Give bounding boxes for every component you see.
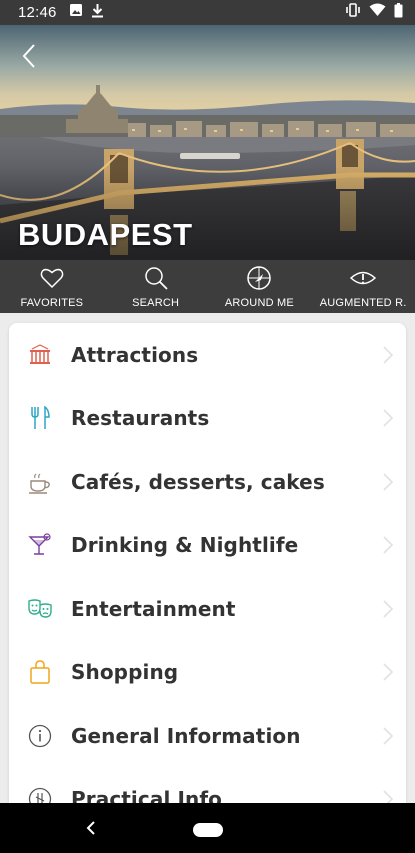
building-icon bbox=[27, 342, 53, 368]
around-me-button[interactable]: AROUND ME bbox=[208, 260, 312, 313]
category-label: Cafés, desserts, cakes bbox=[71, 469, 325, 494]
chevron-right-icon bbox=[383, 409, 394, 427]
chevron-left-icon bbox=[22, 44, 35, 68]
chevron-right-icon bbox=[383, 473, 394, 491]
category-general-information[interactable]: General Information bbox=[9, 704, 406, 768]
chevron-right-icon bbox=[383, 727, 394, 745]
category-attractions[interactable]: Attractions bbox=[9, 323, 406, 387]
system-navigation-bar bbox=[0, 803, 415, 853]
image-icon bbox=[69, 3, 83, 22]
search-icon bbox=[144, 267, 168, 290]
download-icon bbox=[91, 3, 104, 23]
city-hero-image: BUDAPEST bbox=[0, 25, 415, 260]
city-title: BUDAPEST bbox=[18, 217, 193, 252]
augmented-reality-button[interactable]: AUGMENTED R. bbox=[311, 260, 415, 313]
category-label: Restaurants bbox=[71, 406, 210, 431]
cutlery-icon bbox=[27, 405, 53, 431]
augmented-reality-label: AUGMENTED R. bbox=[319, 297, 407, 309]
quick-action-bar: FAVORITES SEARCH AROUND ME AUGMENTED R. bbox=[0, 260, 415, 313]
cocktail-icon bbox=[27, 532, 53, 558]
chevron-right-icon bbox=[383, 600, 394, 618]
category-label: Attractions bbox=[71, 342, 199, 367]
masks-icon bbox=[27, 596, 53, 622]
nav-home-pill[interactable] bbox=[193, 823, 223, 837]
favorites-label: FAVORITES bbox=[20, 297, 84, 309]
compass-icon bbox=[247, 266, 272, 290]
shopping-bag-icon bbox=[27, 659, 53, 685]
category-label: Entertainment bbox=[71, 596, 236, 621]
vibrate-icon bbox=[345, 3, 361, 22]
back-button[interactable] bbox=[18, 41, 46, 71]
chevron-right-icon bbox=[383, 346, 394, 364]
category-list: Attractions Restaurants Cafés, desserts,… bbox=[9, 323, 406, 813]
category-shopping[interactable]: Shopping bbox=[9, 641, 406, 705]
info-icon bbox=[27, 723, 53, 749]
category-label: Drinking & Nightlife bbox=[71, 533, 299, 558]
coffee-cup-icon bbox=[27, 469, 53, 495]
around-me-label: AROUND ME bbox=[224, 297, 294, 309]
status-time: 12:46 bbox=[18, 4, 57, 21]
category-label: Shopping bbox=[71, 660, 179, 685]
category-label: General Information bbox=[71, 723, 301, 748]
eye-icon bbox=[350, 271, 377, 285]
chevron-right-icon bbox=[383, 536, 394, 554]
search-label: SEARCH bbox=[132, 297, 180, 309]
chevron-right-icon bbox=[383, 663, 394, 681]
nav-back-icon bbox=[86, 821, 95, 835]
status-bar: 12:46 bbox=[0, 0, 415, 25]
favorites-button[interactable]: FAVORITES bbox=[0, 260, 104, 313]
category-drinking-nightlife[interactable]: Drinking & Nightlife bbox=[9, 514, 406, 578]
category-cafes[interactable]: Cafés, desserts, cakes bbox=[9, 450, 406, 514]
battery-icon bbox=[394, 2, 403, 23]
nav-back-button[interactable] bbox=[84, 819, 100, 837]
search-button[interactable]: SEARCH bbox=[104, 260, 208, 313]
heart-icon bbox=[40, 268, 64, 289]
category-entertainment[interactable]: Entertainment bbox=[9, 577, 406, 641]
wifi-icon bbox=[369, 3, 386, 22]
category-restaurants[interactable]: Restaurants bbox=[9, 387, 406, 451]
